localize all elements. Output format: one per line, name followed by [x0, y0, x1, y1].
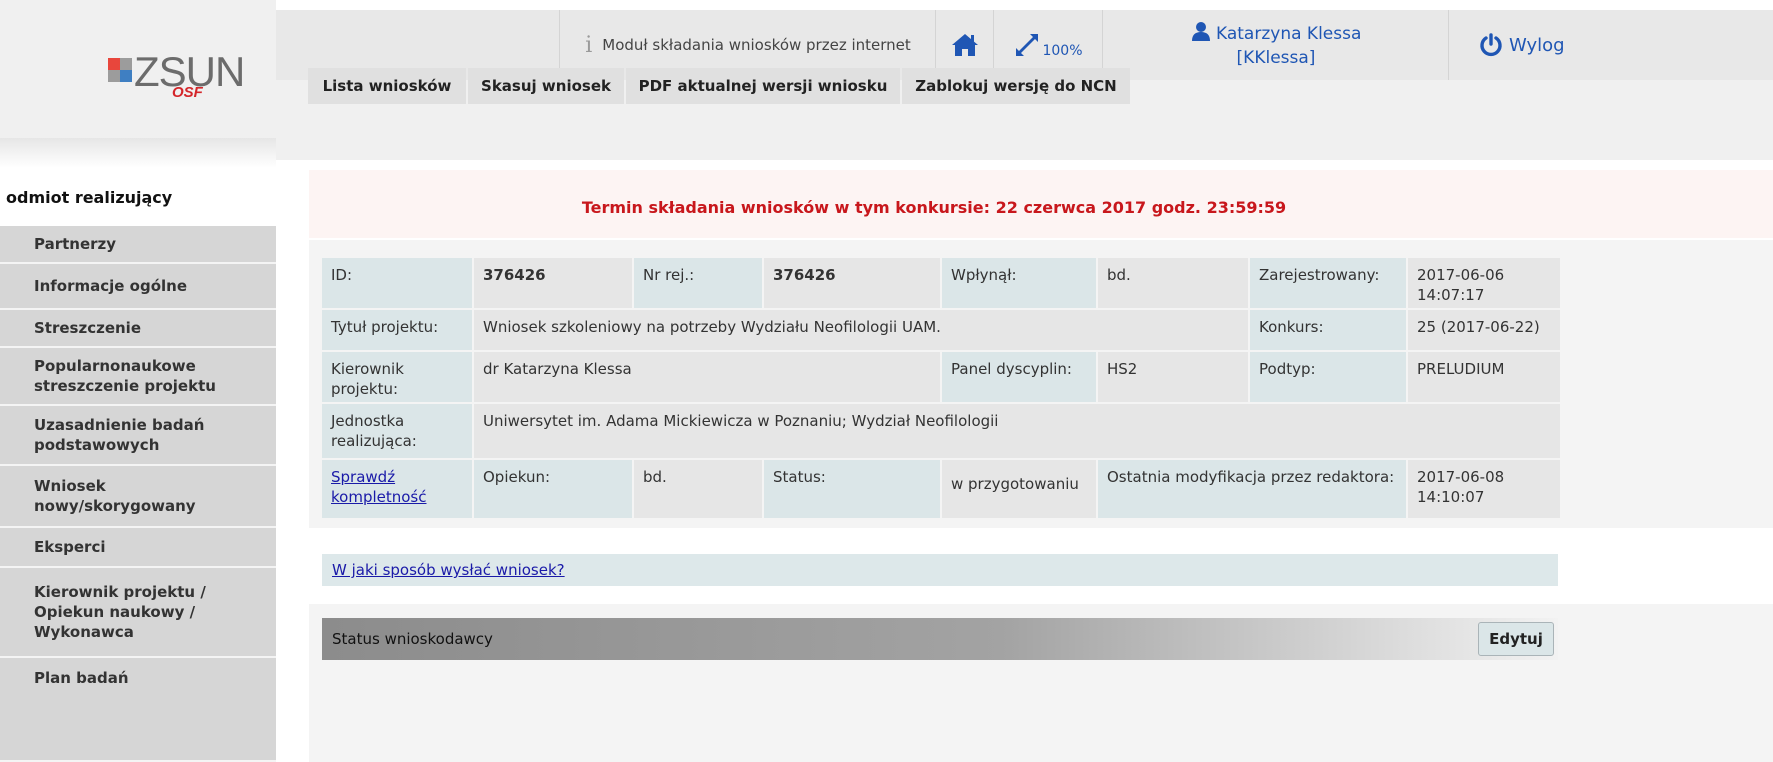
logo-area: ZSUN OSF [0, 0, 276, 160]
zarejestrowany-label: Zarejestrowany: [1250, 258, 1406, 308]
sidebar-item-uzasadnienie[interactable]: Uzasadnienie badań podstawowych [0, 406, 276, 466]
konkurs-value: 25 (2017-06-22) [1408, 310, 1560, 350]
id-label: ID: [322, 258, 472, 308]
module-label: Moduł składania wniosków przez internet [602, 36, 911, 54]
logout-button[interactable]: Wylog [1448, 10, 1773, 80]
podtyp-label: Podtyp: [1250, 352, 1406, 402]
user-icon [1191, 21, 1210, 41]
sprawdz-cell: Sprawdź kompletność [322, 460, 472, 518]
how-to-send-bar: W jaki sposób wysłać wniosek? [322, 554, 1558, 586]
power-icon [1480, 33, 1502, 57]
tab-skasuj-wniosek[interactable]: Skasuj wniosek [468, 68, 624, 104]
status-section-title: Status wnioskodawcy [332, 630, 493, 648]
info-icon: i [585, 32, 593, 58]
how-to-send-link[interactable]: W jaki sposób wysłać wniosek? [332, 561, 565, 579]
tab-pdf-wniosku[interactable]: PDF aktualnej wersji wniosku [626, 68, 900, 104]
logo-osf: OSF [172, 84, 203, 101]
sidebar-top-divider [0, 138, 276, 168]
zoom-level: 100% [1042, 43, 1083, 59]
status-section-header: Status wnioskodawcy [322, 618, 1558, 660]
tytul-value: Wniosek szkoleniowy na potrzeby Wydziału… [474, 310, 1248, 350]
tab-lista-wnioskow[interactable]: Lista wniosków [308, 68, 466, 104]
panel-value: HS2 [1098, 352, 1248, 402]
ostatnia-modyfikacja-value: 2017-06-08 14:10:07 [1408, 460, 1560, 518]
status-label: Status: [764, 460, 940, 518]
user-login: [KKlessa] [1236, 47, 1316, 68]
opiekun-label: Opiekun: [474, 460, 632, 518]
home-icon [952, 34, 978, 56]
user-name: Katarzyna Klessa [1216, 23, 1362, 44]
opiekun-value: bd. [634, 460, 762, 518]
status-value: w przygotowaniu [942, 460, 1096, 518]
user-button[interactable]: Katarzyna Klessa [KKlessa] [1102, 10, 1449, 80]
panel-label: Panel dyscyplin: [942, 352, 1096, 402]
zarejestrowany-value: 2017-06-06 14:07:17 [1408, 258, 1560, 308]
tytul-label: Tytuł projektu: [322, 310, 472, 350]
wplynal-value: bd. [1098, 258, 1248, 308]
sidebar-item-eksperci[interactable]: Eksperci [0, 528, 276, 568]
id-value: 376426 [474, 258, 632, 308]
sidebar-item-kierownik-projektu[interactable]: Kierownik projektu / Opiekun naukowy / W… [0, 568, 276, 658]
expand-icon [1016, 34, 1039, 56]
kierownik-value: dr Katarzyna Klessa [474, 352, 940, 402]
nr-rej-label: Nr rej.: [634, 258, 762, 308]
sidebar-section-title[interactable]: odmiot realizujący [6, 188, 172, 207]
sidebar-item-wniosek-nowy[interactable]: Wniosek nowy/skorygowany [0, 466, 276, 528]
sprawdz-kompletnosc-link[interactable]: Sprawdź kompletność [331, 468, 427, 506]
podtyp-value: PRELUDIUM [1408, 352, 1560, 402]
sidebar-item-partnerzy[interactable]: Partnerzy [0, 226, 276, 264]
wplynal-label: Wpłynął: [942, 258, 1096, 308]
sidebar-item-plan-badan[interactable]: Plan badań [0, 658, 276, 762]
sidebar-item-informacje-ogolne[interactable]: Informacje ogólne [0, 264, 276, 310]
sidebar-item-streszczenie[interactable]: Streszczenie [0, 310, 276, 348]
logout-label: Wylog [1509, 34, 1565, 56]
kierownik-label: Kierownik projektu: [322, 352, 472, 402]
deadline-text: Termin składania wniosków w tym konkursi… [581, 198, 1287, 217]
sidebar-item-popularnonaukowe[interactable]: Popularnonaukowe streszczenie projektu [0, 348, 276, 406]
tab-zablokuj-wersje[interactable]: Zablokuj wersję do NCN [902, 68, 1130, 104]
jednostka-label: Jednostka realizująca: [322, 404, 472, 458]
jednostka-value: Uniwersytet im. Adama Mickiewicza w Pozn… [474, 404, 1560, 458]
edit-button[interactable]: Edytuj [1478, 622, 1554, 656]
konkurs-label: Konkurs: [1250, 310, 1406, 350]
nr-rej-value: 376426 [764, 258, 940, 308]
ostatnia-modyfikacja-label: Ostatnia modyfikacja przez redaktora: [1098, 460, 1406, 518]
zsun-logo: ZSUN OSF [108, 48, 245, 102]
